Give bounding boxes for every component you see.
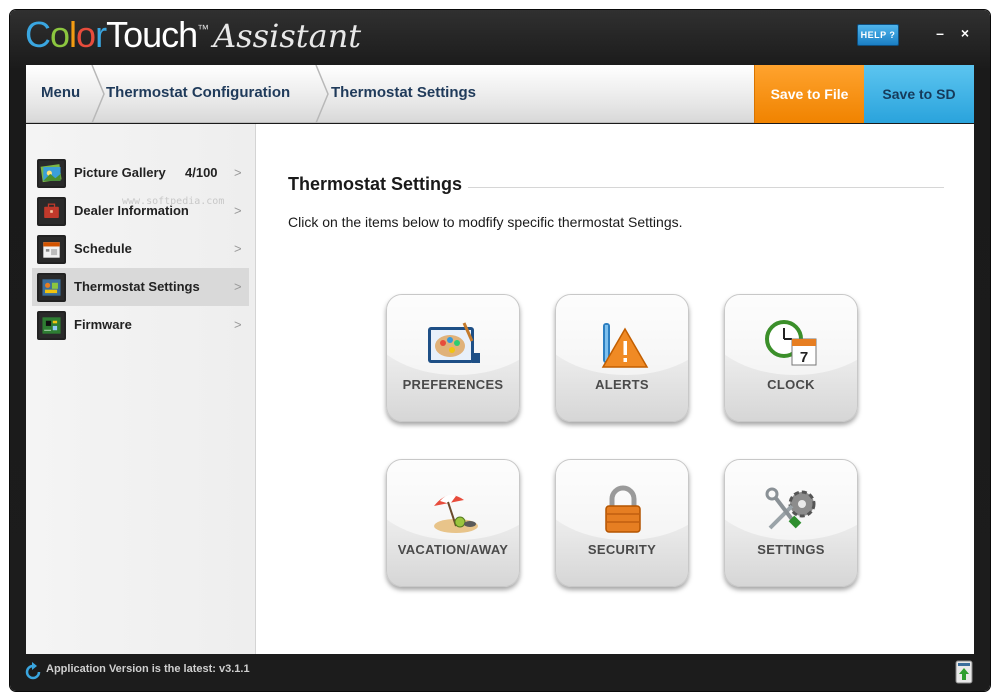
- alerts-icon: [601, 323, 649, 368]
- settings-tile[interactable]: SETTINGS: [724, 459, 858, 587]
- security-tile[interactable]: SECURITY: [555, 459, 689, 587]
- logo-subtitle: Assistant: [213, 17, 362, 55]
- status-bar: Application Version is the latest: v3.1.…: [10, 654, 990, 691]
- minimize-button[interactable]: –: [931, 24, 949, 42]
- logo-trademark: ™: [197, 21, 210, 36]
- tile-label: VACATION/AWAY: [397, 542, 509, 557]
- gallery-count: 4/100: [185, 165, 218, 180]
- breadcrumb-menu[interactable]: Menu: [41, 65, 80, 123]
- main-panel: Thermostat Settings Click on the items b…: [256, 124, 974, 654]
- sidebar-item-thermostat-settings[interactable]: Thermostat Settings >: [32, 268, 249, 306]
- sidebar-item-label: Thermostat Settings: [74, 279, 200, 294]
- tile-label: CLOCK: [767, 377, 815, 392]
- picture-gallery-icon: [37, 159, 66, 188]
- sidebar-item-schedule[interactable]: Schedule >: [32, 230, 249, 268]
- tile-label: SETTINGS: [757, 542, 825, 557]
- firmware-icon: [37, 311, 66, 340]
- logo-letter: l: [69, 14, 77, 55]
- sidebar-item-label: Schedule: [74, 241, 132, 256]
- page-description: Click on the items below to modfify spec…: [288, 214, 683, 230]
- save-to-file-button[interactable]: Save to File: [754, 65, 864, 123]
- dealer-info-icon: [37, 197, 66, 226]
- vacation-away-tile[interactable]: VACATION/AWAY: [386, 459, 520, 587]
- title-bar: ColorTouch™ Assistant HELP ? – ×: [10, 10, 990, 65]
- svg-text:7: 7: [800, 349, 808, 366]
- update-download-icon[interactable]: [955, 660, 973, 684]
- sidebar-item-firmware[interactable]: Firmware >: [32, 306, 249, 344]
- logo-letter: r: [95, 14, 107, 55]
- watermark: www.softpedia.com: [122, 196, 225, 207]
- clock-tile[interactable]: 7 CLOCK: [724, 294, 858, 422]
- sidebar-item-picture-gallery[interactable]: Picture Gallery 4/100 >: [32, 154, 249, 192]
- thermostat-settings-icon: [37, 273, 66, 302]
- tile-label: PREFERENCES: [402, 377, 504, 392]
- logo-letter: o: [50, 14, 70, 55]
- logo-brand-rest: Touch: [106, 14, 198, 55]
- chevron-right-icon: >: [234, 203, 242, 218]
- sidebar-item-label: Firmware: [74, 317, 132, 332]
- chevron-right-icon: >: [234, 241, 242, 256]
- help-button[interactable]: HELP ?: [857, 24, 899, 46]
- chevron-right-icon: >: [234, 165, 242, 180]
- tools-icon: [765, 487, 816, 530]
- tile-label: SECURITY: [587, 542, 657, 557]
- app-logo: ColorTouch™ Assistant: [25, 14, 361, 62]
- content-area: Picture Gallery 4/100 > Dealer Informati…: [26, 124, 974, 654]
- page-title: Thermostat Settings: [288, 174, 463, 194]
- logo-letter: o: [76, 14, 96, 55]
- save-to-sd-button[interactable]: Save to SD: [864, 65, 974, 123]
- chevron-right-icon: >: [234, 317, 242, 332]
- padlock-icon: [605, 485, 641, 533]
- preferences-icon: [428, 322, 480, 363]
- schedule-icon: [37, 235, 66, 264]
- logo-brand: ColorTouch: [25, 14, 198, 55]
- breadcrumb-separator-icon: [91, 65, 105, 123]
- refresh-icon: [25, 662, 41, 680]
- app-window: ColorTouch™ Assistant HELP ? – × Menu The…: [10, 10, 990, 691]
- sidebar: Picture Gallery 4/100 > Dealer Informati…: [26, 124, 256, 654]
- tile-label: ALERTS: [595, 377, 649, 392]
- preferences-tile[interactable]: PREFERENCES: [386, 294, 520, 422]
- breadcrumb-thermostat-configuration[interactable]: Thermostat Configuration: [106, 65, 290, 123]
- logo-letter: C: [25, 14, 51, 55]
- chevron-right-icon: >: [234, 279, 242, 294]
- breadcrumb-thermostat-settings[interactable]: Thermostat Settings: [331, 65, 476, 123]
- breadcrumb-separator-icon: [315, 65, 329, 123]
- clock-icon: 7: [765, 320, 817, 366]
- alerts-tile[interactable]: ALERTS: [555, 294, 689, 422]
- breadcrumb: Menu Thermostat Configuration Thermostat…: [26, 65, 974, 123]
- version-status: Application Version is the latest: v3.1.…: [46, 663, 250, 675]
- vacation-icon: [434, 494, 478, 533]
- title-divider: [468, 187, 944, 188]
- sidebar-item-label: Picture Gallery: [74, 165, 166, 180]
- close-button[interactable]: ×: [956, 24, 974, 42]
